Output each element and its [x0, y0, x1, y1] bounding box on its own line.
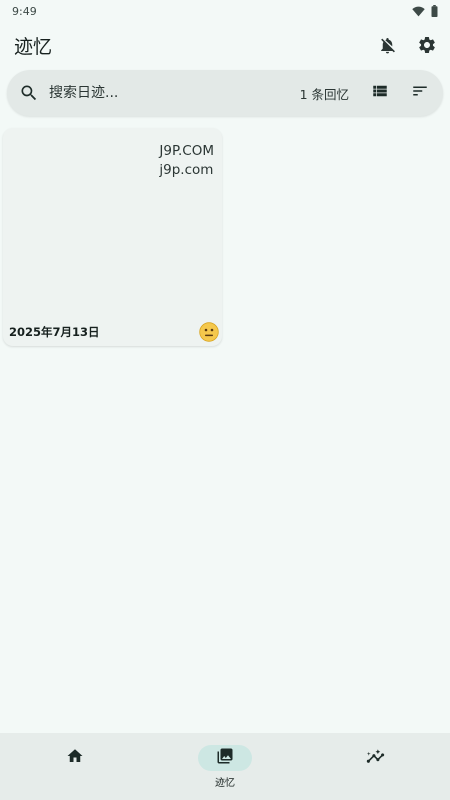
view-mode-button[interactable] [369, 82, 391, 104]
status-bar: 9:49 [0, 0, 450, 22]
search-bar: 1 条回忆 [7, 70, 443, 116]
view-list-icon [371, 82, 389, 104]
status-icons [412, 5, 438, 17]
nav-indicator [348, 745, 402, 771]
notifications-off-icon [378, 36, 397, 55]
settings-icon [417, 35, 437, 55]
page-title: 迹忆 [14, 35, 53, 58]
battery-icon [431, 5, 438, 17]
app-bar: 迹忆 [0, 26, 450, 64]
settings-button[interactable] [416, 34, 438, 56]
sort-icon [411, 82, 429, 104]
card-content: J9P.COM j9p.com [159, 142, 214, 180]
app-screen: 9:49 迹忆 搜索日迹... 1 条回忆 J9P.COM j9p.com 20… [0, 0, 450, 800]
memory-count: 1 条回忆 [299, 86, 349, 102]
nav-label: 迹忆 [215, 778, 235, 789]
memory-card[interactable]: J9P.COM j9p.com 2025年7月13日 [3, 128, 222, 346]
notifications-off-button[interactable] [376, 34, 398, 56]
photo-library-icon [216, 747, 234, 769]
nav-indicator [198, 745, 252, 771]
status-time: 9:49 [12, 4, 37, 18]
nav-indicator [48, 745, 102, 771]
insights-icon [366, 747, 385, 770]
wifi-icon [412, 6, 425, 17]
card-text-line: J9P.COM [159, 143, 214, 159]
card-date: 2025年7月13日 [9, 325, 100, 339]
search-input[interactable] [49, 85, 300, 101]
app-actions [376, 34, 438, 56]
sort-button[interactable] [409, 82, 431, 104]
nav-item-memories[interactable]: 迹忆 [170, 733, 280, 800]
bottom-nav: 迹忆 [0, 733, 450, 800]
home-icon [66, 747, 84, 769]
nav-item-home[interactable] [20, 733, 130, 800]
search-icon [19, 83, 39, 103]
nav-item-insights[interactable] [320, 733, 430, 800]
neutral-face-icon [199, 322, 219, 342]
card-text-line: j9p.com [159, 162, 214, 178]
